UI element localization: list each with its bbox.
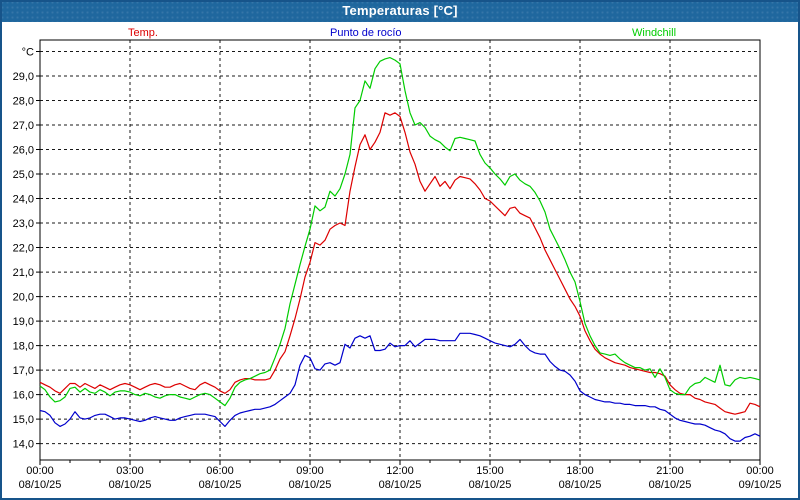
svg-text:24,0: 24,0 [13,194,34,206]
svg-text:08/10/25: 08/10/25 [289,479,332,491]
svg-text:09:00: 09:00 [296,465,324,477]
svg-text:16,0: 16,0 [13,390,34,402]
svg-text:00:00: 00:00 [746,465,774,477]
svg-text:15:00: 15:00 [476,465,504,477]
temperature-chart: 29,0 28,0 27,0 26,0 25,0 24,0 23,0 22,0 21,0 20,0… [0,0,800,500]
svg-text:27,0: 27,0 [13,120,34,132]
svg-text:°C: °C [22,47,34,59]
svg-text:15,0: 15,0 [13,414,34,426]
svg-text:28,0: 28,0 [13,96,34,108]
svg-text:29,0: 29,0 [13,71,34,83]
svg-text:19,0: 19,0 [13,316,34,328]
svg-text:17,0: 17,0 [13,365,34,377]
svg-text:22,0: 22,0 [13,243,34,255]
svg-text:23,0: 23,0 [13,218,34,230]
svg-text:08/10/25: 08/10/25 [19,479,62,491]
chart-window: Temperaturas [°C] Temp. Punto de rocío W… [0,0,800,500]
svg-text:08/10/25: 08/10/25 [379,479,422,491]
svg-text:21:00: 21:00 [656,465,684,477]
svg-text:08/10/25: 08/10/25 [109,479,152,491]
svg-text:26,0: 26,0 [13,145,34,157]
svg-text:25,0: 25,0 [13,169,34,181]
svg-text:21,0: 21,0 [13,267,34,279]
svg-text:18:00: 18:00 [566,465,594,477]
svg-text:08/10/25: 08/10/25 [469,479,512,491]
svg-text:20,0: 20,0 [13,292,34,304]
svg-text:08/10/25: 08/10/25 [199,479,242,491]
svg-text:18,0: 18,0 [13,341,34,353]
svg-text:12:00: 12:00 [386,465,414,477]
svg-text:00:00: 00:00 [26,465,54,477]
svg-text:09/10/25: 09/10/25 [739,479,782,491]
svg-text:14,0: 14,0 [13,439,34,451]
svg-text:06:00: 06:00 [206,465,234,477]
svg-text:03:00: 03:00 [116,465,144,477]
svg-text:08/10/25: 08/10/25 [559,479,602,491]
svg-text:08/10/25: 08/10/25 [649,479,692,491]
